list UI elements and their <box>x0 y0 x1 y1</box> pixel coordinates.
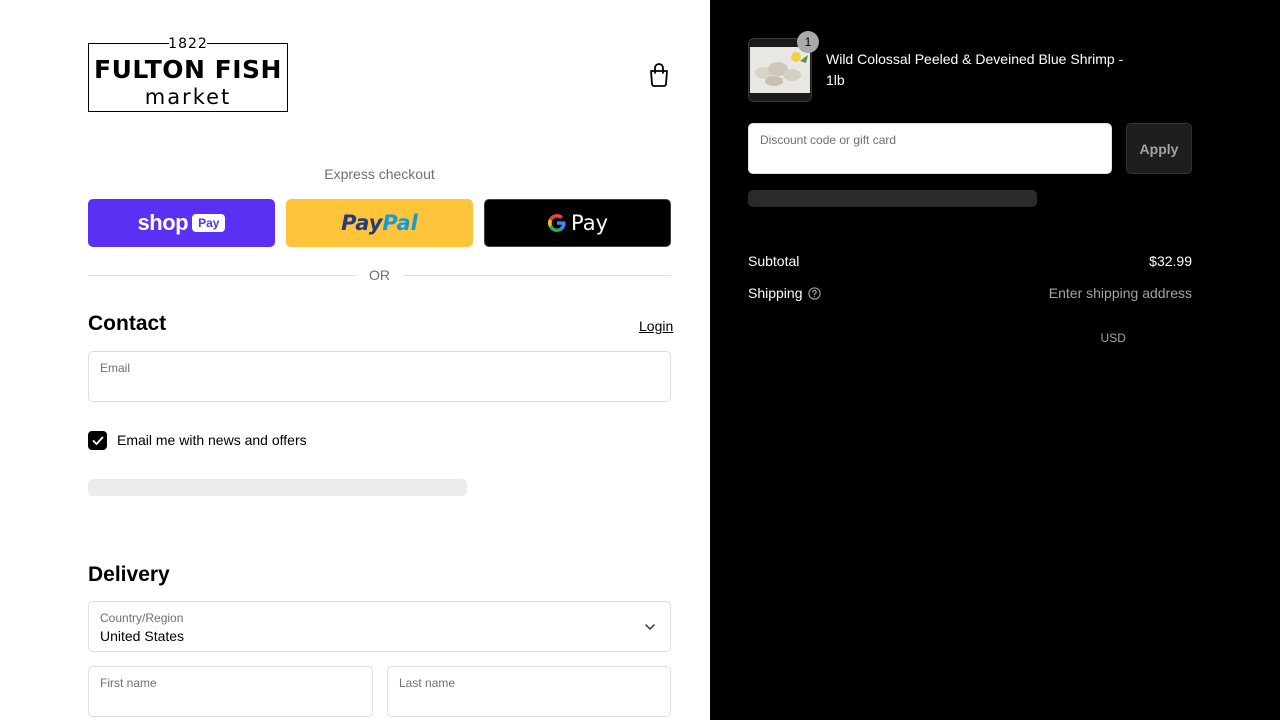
logo-year: 1822 <box>168 36 208 52</box>
order-summary-panel <box>710 0 1280 720</box>
help-circle-icon[interactable] <box>807 286 821 300</box>
paypal-button[interactable]: PayPal <box>286 199 473 247</box>
fulton-fish-market-logo[interactable]: 1822 FULTON FISH market <box>88 37 288 112</box>
or-divider: OR <box>88 266 671 284</box>
contact-heading: Contact <box>88 312 167 335</box>
loading-placeholder <box>748 190 1037 207</box>
total-label: Total <box>748 327 792 348</box>
delivery-heading: Delivery <box>88 563 170 586</box>
chevron-down-icon <box>645 624 655 630</box>
total-currency: USD <box>1100 331 1126 345</box>
paypal-wordmark: PayPal <box>341 211 418 235</box>
subtotal-value: $32.99 <box>1149 253 1192 269</box>
quantity-badge: 1 <box>797 31 819 53</box>
divider-line <box>88 274 355 276</box>
checkout-form-panel: 1822 FULTON FISH market Express checkout… <box>0 0 710 720</box>
total-value: $32.99 <box>1133 326 1192 347</box>
login-link[interactable]: Login <box>639 318 673 334</box>
express-checkout-label: Express checkout <box>324 166 435 182</box>
loading-placeholder <box>88 479 467 496</box>
shop-pay-button[interactable]: shop Pay <box>88 199 275 247</box>
apply-discount-button[interactable]: Apply <box>1126 123 1192 174</box>
google-pay-button[interactable]: Pay <box>484 199 671 247</box>
first-name-label: First name <box>100 676 157 690</box>
last-name-label: Last name <box>399 676 456 690</box>
shop-pay-wordmark: shop <box>137 210 189 235</box>
shop-pay-pill: Pay <box>192 214 226 232</box>
shopping-bag-icon[interactable] <box>648 63 670 87</box>
country-value: United States <box>100 628 185 644</box>
newsletter-checkbox[interactable] <box>88 431 107 450</box>
discount-code-field[interactable]: Discount code or gift card <box>748 123 1112 174</box>
google-pay-wordmark: Pay <box>570 211 609 235</box>
shipping-value: Enter shipping address <box>1048 285 1192 301</box>
email-field[interactable]: Email <box>88 351 671 402</box>
checkmark-icon <box>92 436 103 445</box>
first-name-field[interactable]: First name <box>88 666 373 717</box>
subtotal-label: Subtotal <box>748 253 800 269</box>
divider-line <box>404 274 671 276</box>
last-name-field[interactable]: Last name <box>387 666 671 717</box>
shipping-label: Shipping <box>748 285 803 301</box>
discount-label: Discount code or gift card <box>760 133 897 147</box>
logo-subtitle: market <box>144 85 232 109</box>
shipping-row: Shipping <box>748 285 821 301</box>
total-amount: USD $32.99 <box>1101 326 1192 348</box>
shrimp-image <box>750 47 810 93</box>
google-g-icon <box>547 214 566 232</box>
email-label: Email <box>100 361 131 375</box>
logo-name: FULTON FISH <box>94 55 282 84</box>
product-name: Wild Colossal Peeled & Deveined Blue Shr… <box>826 51 1124 88</box>
product-price: $32.99 <box>1149 51 1192 67</box>
newsletter-label[interactable]: Email me with news and offers <box>117 432 307 448</box>
country-select[interactable]: Country/Region United States <box>88 601 671 652</box>
or-label: OR <box>369 267 390 283</box>
shrimp-illustration <box>750 47 810 93</box>
country-label: Country/Region <box>100 611 184 625</box>
